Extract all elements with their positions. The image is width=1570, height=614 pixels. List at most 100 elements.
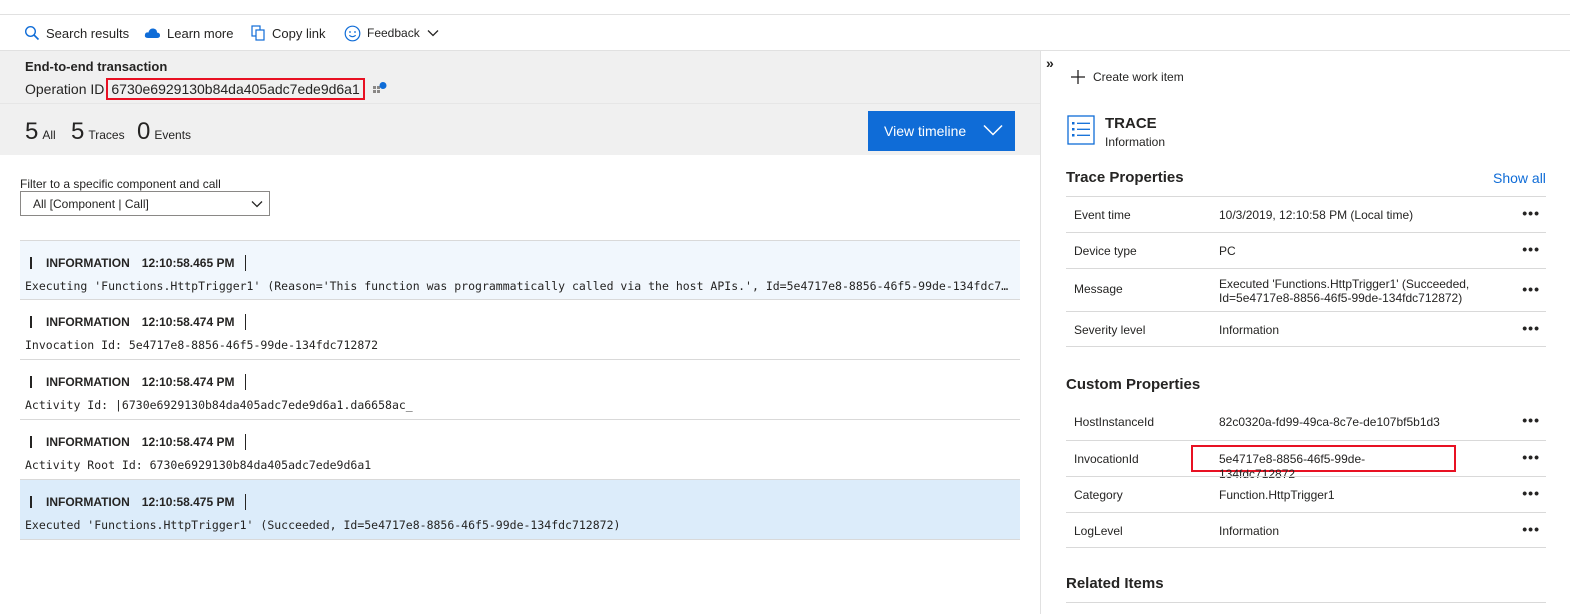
toolbar: Search results Learn more Copy link Feed… xyxy=(0,15,1570,51)
filter-label: Filter to a specific component and call xyxy=(20,177,221,191)
operation-row: Operation ID 6730e6929130b84da405adc7ede… xyxy=(25,78,387,100)
log-separator xyxy=(244,255,246,271)
count-all: 5 All xyxy=(25,118,56,146)
property-value: Function.HttpTrigger1 xyxy=(1219,488,1335,502)
property-row: Message Executed 'Functions.HttpTrigger1… xyxy=(1066,268,1546,311)
property-value: PC xyxy=(1219,244,1236,258)
count-bar: 5 All 5 Traces 0 Events View timeline xyxy=(0,103,1040,155)
log-row[interactable]: INFORMATION 12:10:58.465 PM Executing 'F… xyxy=(20,240,1020,300)
trace-marker xyxy=(30,376,32,388)
search-results-button[interactable]: Search results xyxy=(24,23,129,43)
log-row-selected[interactable]: INFORMATION 12:10:58.475 PM Executed 'Fu… xyxy=(20,480,1020,540)
property-key: Message xyxy=(1074,282,1123,296)
log-message: Activity Root Id: 6730e6929130b84da405ad… xyxy=(25,458,372,472)
property-value: 10/3/2019, 12:10:58 PM (Local time) xyxy=(1219,208,1414,222)
more-options-icon[interactable]: ••• xyxy=(1522,205,1540,221)
operation-map-icon[interactable] xyxy=(371,81,387,97)
trace-list-icon xyxy=(1067,115,1095,145)
property-row: Category Function.HttpTrigger1 ••• xyxy=(1066,476,1546,512)
copy-link-label: Copy link xyxy=(272,25,326,41)
log-level: INFORMATION xyxy=(46,435,130,449)
log-row[interactable]: INFORMATION 12:10:58.474 PM Activity Roo… xyxy=(20,420,1020,480)
transaction-header: End-to-end transaction Operation ID 6730… xyxy=(0,51,1040,103)
property-value: Executed 'Functions.HttpTrigger1' (Succe… xyxy=(1219,277,1470,305)
log-row[interactable]: INFORMATION 12:10:58.474 PM Activity Id:… xyxy=(20,360,1020,420)
property-row: InvocationId 5e4717e8-8856-46f5-99de-134… xyxy=(1066,440,1546,481)
chevron-down-icon xyxy=(427,30,439,37)
count-traces-label: Traces xyxy=(88,128,125,142)
property-row: Event time 10/3/2019, 12:10:58 PM (Local… xyxy=(1066,196,1546,232)
more-options-icon[interactable]: ••• xyxy=(1522,521,1540,537)
search-icon xyxy=(24,25,40,41)
log-time: 12:10:58.474 PM xyxy=(141,315,235,329)
property-key: Device type xyxy=(1074,244,1137,258)
log-header: INFORMATION 12:10:58.474 PM xyxy=(30,314,246,330)
log-header: INFORMATION 12:10:58.475 PM xyxy=(30,494,246,510)
count-events-number: 0 xyxy=(137,118,151,145)
transaction-title: End-to-end transaction xyxy=(25,59,168,74)
log-separator xyxy=(244,314,246,330)
log-separator xyxy=(244,494,246,510)
more-options-icon[interactable]: ••• xyxy=(1522,485,1540,501)
log-message: Executing 'Functions.HttpTrigger1' (Reas… xyxy=(25,279,1015,293)
trace-marker xyxy=(30,496,32,508)
count-all-number: 5 xyxy=(25,118,39,145)
collapse-panel-button[interactable]: » xyxy=(1046,55,1054,71)
copy-link-button[interactable]: Copy link xyxy=(251,23,325,43)
more-options-icon[interactable]: ••• xyxy=(1522,241,1540,257)
more-options-icon[interactable]: ••• xyxy=(1522,281,1540,297)
property-key: InvocationId xyxy=(1074,452,1139,466)
details-panel: » Create work item TRACE Information Tra… xyxy=(1041,51,1570,614)
feedback-label: Feedback xyxy=(367,26,420,40)
log-level: INFORMATION xyxy=(46,495,130,509)
count-events-label: Events xyxy=(154,128,192,142)
log-message: Invocation Id: 5e4717e8-8856-46f5-99de-1… xyxy=(25,338,379,352)
property-row: LogLevel Information ••• xyxy=(1066,512,1546,548)
more-options-icon[interactable]: ••• xyxy=(1522,320,1540,336)
property-row: HostInstanceId 82c0320a-fd99-49ca-8c7e-d… xyxy=(1066,404,1546,440)
log-header: INFORMATION 12:10:58.474 PM xyxy=(30,434,246,450)
property-key: Severity level xyxy=(1074,323,1146,337)
log-time: 12:10:58.474 PM xyxy=(141,375,235,389)
log-message: Activity Id: |6730e6929130b84da405adc7ed… xyxy=(25,398,413,412)
operation-id-label: Operation ID xyxy=(25,81,105,97)
log-level: INFORMATION xyxy=(46,375,130,389)
learn-more-button[interactable]: Learn more xyxy=(144,23,233,43)
view-timeline-button[interactable]: View timeline xyxy=(868,111,1015,151)
plus-icon xyxy=(1071,70,1085,84)
log-time: 12:10:58.465 PM xyxy=(141,256,235,270)
property-row: Device type PC ••• xyxy=(1066,232,1546,268)
filter-value: All [Component | Call] xyxy=(33,196,149,211)
related-items-title: Related Items xyxy=(1066,575,1164,592)
log-message: Executed 'Functions.HttpTrigger1' (Succe… xyxy=(25,518,621,532)
component-filter-dropdown[interactable]: All [Component | Call] xyxy=(20,191,270,216)
feedback-button[interactable]: Feedback xyxy=(344,23,445,43)
log-header: INFORMATION 12:10:58.474 PM xyxy=(30,374,246,390)
log-level: INFORMATION xyxy=(46,315,130,329)
show-all-link[interactable]: Show all xyxy=(1493,170,1546,186)
view-timeline-label: View timeline xyxy=(884,123,967,139)
count-traces: 5 Traces xyxy=(71,118,125,146)
search-results-label: Search results xyxy=(46,25,130,41)
chevron-down-icon xyxy=(251,201,263,208)
property-row: Severity level Information ••• xyxy=(1066,311,1546,347)
more-options-icon[interactable]: ••• xyxy=(1522,449,1540,465)
transaction-panel: End-to-end transaction Operation ID 6730… xyxy=(0,51,1040,614)
trace-severity: Information xyxy=(1105,135,1166,149)
custom-properties-title: Custom Properties xyxy=(1066,376,1201,393)
count-traces-number: 5 xyxy=(71,118,85,145)
more-options-icon[interactable]: ••• xyxy=(1522,412,1540,428)
trace-log-list: INFORMATION 12:10:58.465 PM Executing 'F… xyxy=(20,240,1020,540)
log-row[interactable]: INFORMATION 12:10:58.474 PM Invocation I… xyxy=(20,300,1020,360)
log-level: INFORMATION xyxy=(46,256,130,270)
property-key: HostInstanceId xyxy=(1074,415,1155,429)
create-work-item-button[interactable]: Create work item xyxy=(1071,70,1184,84)
property-value: 82c0320a-fd99-49ca-8c7e-de107bf5b1d3 xyxy=(1219,415,1440,429)
count-events: 0 Events xyxy=(137,118,191,146)
chevron-down-icon xyxy=(983,124,1003,136)
learn-more-label: Learn more xyxy=(167,25,234,41)
custom-properties-table: HostInstanceId 82c0320a-fd99-49ca-8c7e-d… xyxy=(1066,404,1546,548)
trace-marker xyxy=(30,257,32,269)
property-key: Category xyxy=(1074,488,1123,502)
log-separator xyxy=(244,434,246,450)
